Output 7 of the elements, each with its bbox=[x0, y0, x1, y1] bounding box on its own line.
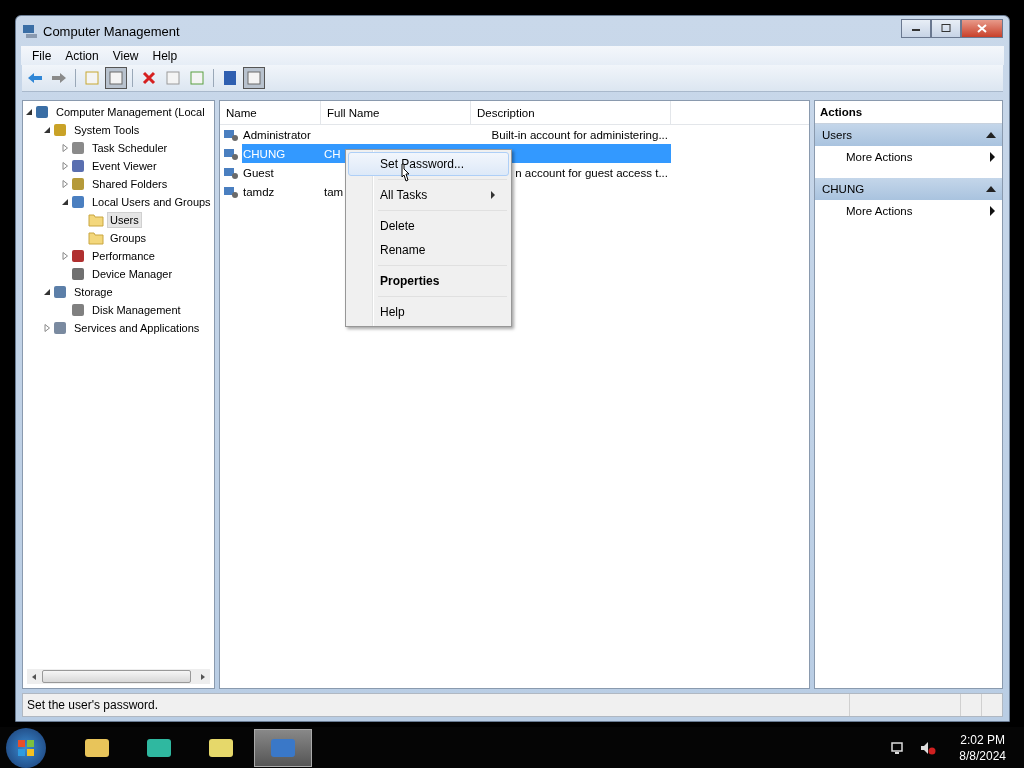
window-title: Computer Management bbox=[43, 23, 180, 39]
table-cell: tam bbox=[324, 185, 344, 198]
table-cell: n account for guest access t... bbox=[515, 166, 668, 179]
table-cell: CH bbox=[324, 147, 341, 160]
table-cell: CHUNG bbox=[243, 147, 286, 160]
table-cell: Built-in account for administering... bbox=[491, 128, 668, 141]
status-text: Set the user's password. bbox=[26, 697, 160, 714]
